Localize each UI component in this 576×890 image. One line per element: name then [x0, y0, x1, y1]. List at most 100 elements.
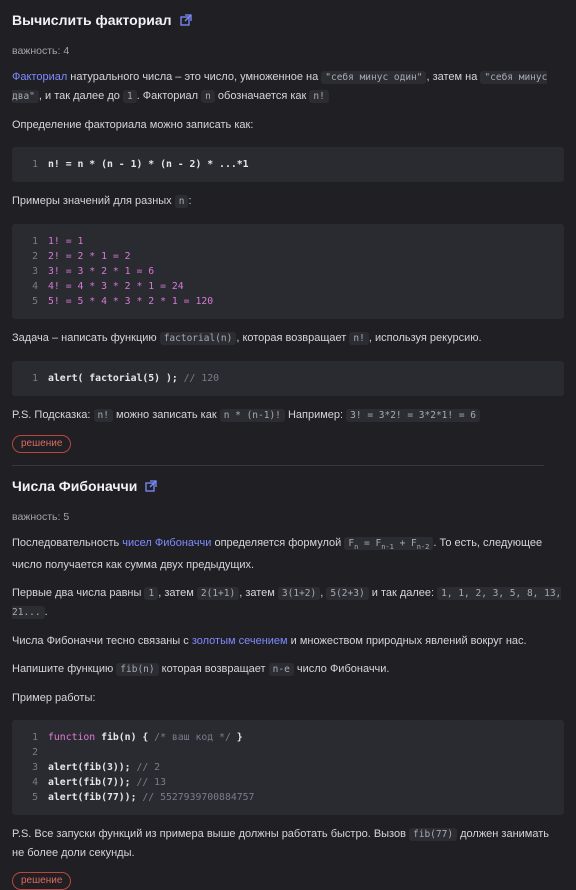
text: . Факториал	[136, 90, 202, 102]
inline-code: fib(n)	[116, 662, 159, 676]
text: Напишите функцию	[12, 662, 117, 675]
task-factorial: Вычислить факториал важность: 4 Факториа…	[12, 0, 564, 453]
inline-code: fib(77)	[409, 827, 458, 841]
text: .	[44, 605, 48, 618]
text: , и так далее до	[38, 90, 123, 102]
task-title-text: Вычислить факториал	[12, 12, 172, 28]
page: Вычислить факториал важность: 4 Факториа…	[0, 0, 576, 890]
code-line: 2	[32, 746, 38, 758]
text: , затем	[158, 586, 197, 599]
inline-code: "себя минус один"	[321, 71, 427, 84]
inline-code: n!	[349, 332, 369, 345]
importance-label: важность: 4	[12, 45, 70, 57]
inline-code: 3! = 3*2! = 3*2*1! = 6	[346, 409, 480, 422]
ps-text: P.S. Все запуски функций из примера выше…	[12, 825, 564, 862]
text: обозначается как	[214, 90, 310, 102]
text: + F	[393, 538, 417, 549]
text: и так далее:	[368, 586, 438, 599]
golden-ratio-text: Числа Фибоначчи тесно связаны с золотым …	[12, 632, 564, 650]
text: Числа Фибоначчи тесно связаны с	[12, 634, 192, 647]
inline-code: 1	[122, 90, 137, 103]
text: число Фибоначчи.	[293, 662, 390, 675]
task-title-text: Числа Фибоначчи	[12, 478, 138, 494]
code-line: 2 2! = 2 * 1 = 2	[32, 251, 131, 262]
factorial-link[interactable]: Факториал	[12, 71, 67, 83]
task-title: Вычислить факториал	[12, 0, 564, 30]
code-comment: // 120	[177, 373, 220, 384]
external-link-icon[interactable]	[179, 14, 192, 26]
code-comment: // 13	[130, 776, 166, 788]
inline-code: n-е	[268, 662, 294, 676]
code-line: 5 alert(fib(77)); // 5527939700884757	[32, 791, 255, 803]
text: , затем	[239, 586, 278, 599]
code-text: alert(fib(77));	[48, 791, 137, 803]
text: , которая возвращает	[236, 332, 350, 344]
solution-button[interactable]: решение	[12, 435, 72, 453]
text: и множеством природных явлений вокруг на…	[287, 634, 527, 647]
inline-code: n!	[93, 409, 113, 422]
code-text: alert(fib(3));	[48, 761, 131, 773]
code-line: 1 alert( factorial(5) ); // 120	[32, 373, 220, 384]
factorial-intro: Факториал натурального числа – это число…	[12, 68, 564, 106]
text: Первые два числа равны	[12, 586, 145, 599]
text: определяется формулой	[211, 537, 345, 549]
inline-code: 2(1+1)	[196, 586, 240, 600]
inline-code: n * (n-1)!	[219, 409, 285, 422]
code-text: 3! = 3 * 2 * 1 = 6	[48, 266, 155, 277]
code-text: n! = n * (n - 1) * (n - 2) * ...*1	[48, 159, 249, 170]
code-line: 5 5! = 5 * 4 * 3 * 2 * 1 = 120	[32, 296, 214, 307]
importance-label: важность: 5	[12, 511, 70, 523]
subscript: n-2	[416, 542, 430, 551]
solution-button[interactable]: решение	[12, 871, 72, 890]
text: , используя рекурсию.	[368, 332, 482, 344]
text: Последовательность	[12, 537, 123, 549]
text: Например:	[284, 409, 347, 421]
code-text: 1! = 1	[48, 236, 84, 247]
hint-text: P.S. Подсказка: n! можно записать как n …	[12, 406, 564, 425]
code-comment: // 2	[130, 761, 161, 773]
code-line: 4 alert(fib(7)); // 13	[32, 776, 166, 788]
inline-code: factorial(n)	[159, 332, 237, 345]
external-link-icon[interactable]	[145, 480, 157, 492]
code-text: 4! = 4 * 3 * 2 * 1 = 24	[48, 281, 184, 292]
inline-code: n	[174, 195, 189, 208]
text: P.S. Все запуски функций из примера выше…	[12, 827, 409, 840]
inline-code: n	[201, 90, 215, 103]
fibonacci-link[interactable]: чисел Фибоначчи	[122, 537, 211, 549]
golden-ratio-link[interactable]: золотым сечением	[192, 635, 288, 647]
definition-code-block: 1 n! = n * (n - 1) * (n - 2) * ...*1	[12, 147, 564, 182]
text: , затем на	[426, 71, 481, 83]
text: которая возвращает	[158, 662, 269, 675]
text: Задача – написать функцию	[12, 332, 160, 344]
subscript: n-1	[381, 542, 394, 551]
keyword: function	[48, 731, 96, 743]
code-line: 1 1! = 1	[32, 236, 84, 247]
task-title: Числа Фибоначчи	[12, 466, 564, 496]
code-text: fib(n) {	[95, 731, 155, 743]
text: P.S. Подсказка:	[12, 409, 94, 421]
code-text: alert( factorial(5) );	[48, 373, 178, 384]
task-description: Напишите функцию fib(n) которая возвраща…	[12, 660, 564, 679]
code-text: }	[230, 731, 243, 743]
fib-code-block: 1 function fib(n) { /* ваш код */ } 2 3 ale…	[12, 719, 564, 815]
code-line: 3 alert(fib(3)); // 2	[32, 761, 161, 773]
text: можно записать как	[112, 409, 220, 421]
code-comment: /* ваш код */	[154, 731, 231, 743]
code-line: 3 3! = 3 * 2 * 1 = 6	[32, 266, 155, 277]
task-description: Задача – написать функцию factorial(n), …	[12, 329, 564, 348]
first-numbers-text: Первые два числа равны 1, затем 2(1+1), …	[12, 584, 564, 622]
code-text: 2! = 2 * 1 = 2	[48, 251, 131, 262]
example-label: Пример работы:	[12, 691, 96, 704]
text: :	[188, 195, 192, 207]
examples-code-block: 1 1! = 1 2 2! = 2 * 1 = 2 3 3! = 3 * 2 * 1 = …	[12, 224, 564, 319]
formula-code: Fn = Fn-1 + Fn-2	[344, 537, 434, 551]
code-line: 1 function fib(n) { /* ваш код */ }	[32, 731, 243, 743]
code-line: 4 4! = 4 * 3 * 2 * 1 = 24	[32, 281, 184, 292]
fibonacci-intro: Последовательность чисел Фибоначчи опред…	[12, 534, 564, 574]
code-line: 1 n! = n * (n - 1) * (n - 2) * ...*1	[32, 159, 249, 170]
code-comment: // 5527939700884757	[136, 791, 255, 803]
examples-text: Примеры значений для разных n:	[12, 192, 564, 211]
inline-code: 3(1+2)	[277, 586, 321, 600]
text: = F	[358, 538, 382, 549]
task-fibonacci: Числа Фибоначчи важность: 5 Последовател…	[12, 466, 564, 890]
